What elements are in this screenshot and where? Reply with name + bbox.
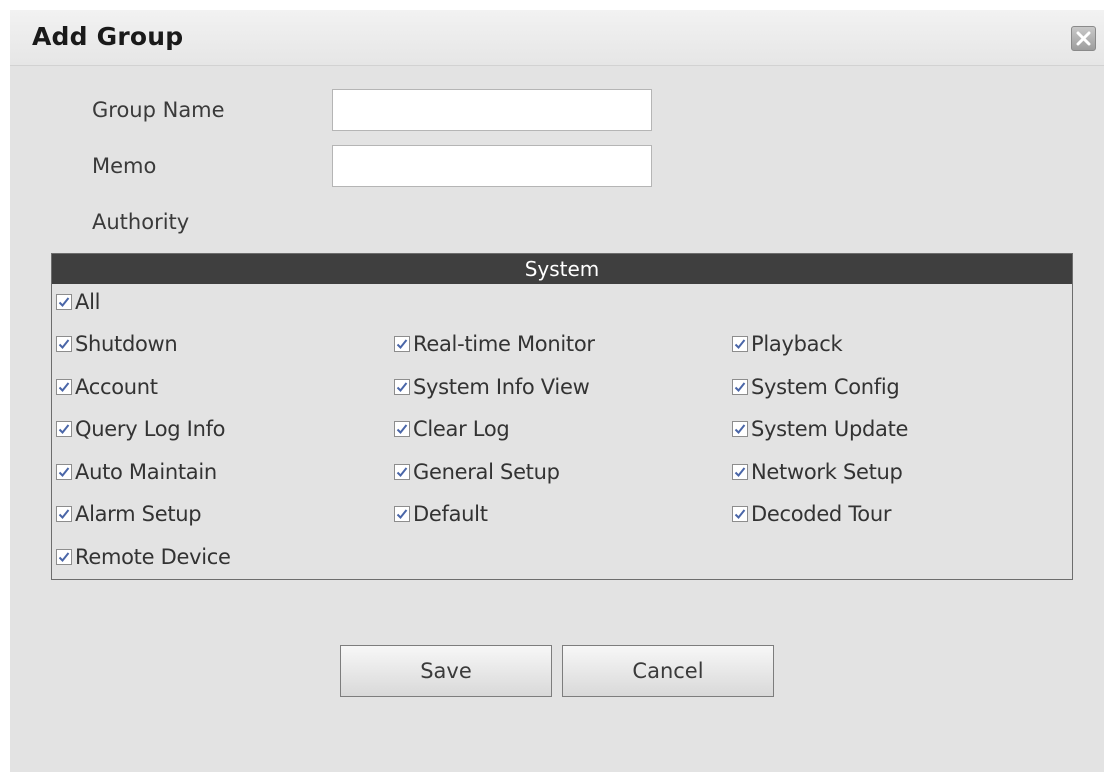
checkbox[interactable]	[732, 421, 748, 437]
checkbox[interactable]	[394, 379, 410, 395]
checkbox[interactable]	[394, 336, 410, 352]
permission-item[interactable]: Network Setup	[732, 458, 903, 486]
close-button[interactable]	[1071, 26, 1096, 51]
permission-label: Decoded Tour	[751, 502, 892, 526]
checkbox[interactable]	[732, 464, 748, 480]
checkmark-icon	[58, 552, 70, 562]
authority-panel: System All Shutdown Real-time Monitor Play…	[51, 253, 1073, 580]
permission-item[interactable]: Default	[394, 500, 488, 528]
close-icon	[1076, 31, 1091, 46]
group-name-label: Group Name	[92, 98, 225, 122]
save-button[interactable]: Save	[340, 645, 552, 697]
permission-label: System Config	[751, 375, 900, 399]
permission-label: Playback	[751, 332, 843, 356]
permission-item[interactable]: Clear Log	[394, 415, 510, 443]
checkmark-icon	[396, 382, 408, 392]
authority-label: Authority	[92, 210, 190, 234]
permission-item[interactable]: System Info View	[394, 373, 590, 401]
permission-label: General Setup	[413, 460, 560, 484]
permission-label: Real-time Monitor	[413, 332, 595, 356]
checkbox[interactable]	[394, 421, 410, 437]
permission-item[interactable]: Playback	[732, 330, 843, 358]
checkbox[interactable]	[56, 294, 72, 310]
checkbox[interactable]	[732, 336, 748, 352]
checkmark-icon	[734, 339, 746, 349]
permission-item[interactable]: Alarm Setup	[56, 500, 202, 528]
memo-input[interactable]	[332, 145, 652, 187]
checkmark-icon	[58, 424, 70, 434]
permission-item[interactable]: Account	[56, 373, 158, 401]
memo-label: Memo	[92, 154, 157, 178]
checkmark-icon	[396, 424, 408, 434]
permission-item[interactable]: General Setup	[394, 458, 560, 486]
checkbox[interactable]	[56, 379, 72, 395]
permission-label: Query Log Info	[75, 417, 226, 441]
permission-label: All	[75, 290, 101, 314]
checkbox[interactable]	[732, 506, 748, 522]
dialog-titlebar: Add Group	[10, 10, 1104, 66]
checkmark-icon	[58, 509, 70, 519]
checkmark-icon	[58, 467, 70, 477]
permission-item[interactable]: Decoded Tour	[732, 500, 892, 528]
permission-label: Remote Device	[75, 545, 231, 569]
permission-label: Account	[75, 375, 158, 399]
permission-label: Clear Log	[413, 417, 510, 441]
permission-item[interactable]: System Config	[732, 373, 900, 401]
checkbox[interactable]	[56, 549, 72, 565]
checkmark-icon	[396, 339, 408, 349]
permission-item[interactable]: System Update	[732, 415, 908, 443]
checkbox[interactable]	[56, 464, 72, 480]
permission-label: Auto Maintain	[75, 460, 217, 484]
add-group-dialog: Add Group Group Name Memo Authority Syst…	[10, 10, 1104, 772]
permission-item[interactable]: Remote Device	[56, 543, 231, 571]
checkbox[interactable]	[394, 506, 410, 522]
permission-label: Default	[413, 502, 488, 526]
checkbox[interactable]	[732, 379, 748, 395]
permission-item[interactable]: Real-time Monitor	[394, 330, 595, 358]
permission-label: System Info View	[413, 375, 590, 399]
permission-label: System Update	[751, 417, 909, 441]
permission-label: Alarm Setup	[75, 502, 202, 526]
checkbox[interactable]	[56, 336, 72, 352]
checkbox[interactable]	[56, 506, 72, 522]
checkmark-icon	[396, 509, 408, 519]
checkmark-icon	[58, 339, 70, 349]
checkbox[interactable]	[56, 421, 72, 437]
permission-all[interactable]: All	[56, 288, 100, 316]
checkmark-icon	[734, 509, 746, 519]
dialog-title: Add Group	[32, 22, 184, 51]
authority-header: System	[52, 254, 1072, 284]
checkmark-icon	[734, 382, 746, 392]
permission-label: Network Setup	[751, 460, 903, 484]
permission-item[interactable]: Auto Maintain	[56, 458, 217, 486]
checkmark-icon	[734, 467, 746, 477]
checkmark-icon	[734, 424, 746, 434]
permission-label: Shutdown	[75, 332, 178, 356]
checkmark-icon	[58, 382, 70, 392]
checkmark-icon	[58, 297, 70, 307]
group-name-input[interactable]	[332, 89, 652, 131]
checkbox[interactable]	[394, 464, 410, 480]
permission-item[interactable]: Query Log Info	[56, 415, 226, 443]
cancel-button[interactable]: Cancel	[562, 645, 774, 697]
permission-item[interactable]: Shutdown	[56, 330, 178, 358]
checkmark-icon	[396, 467, 408, 477]
